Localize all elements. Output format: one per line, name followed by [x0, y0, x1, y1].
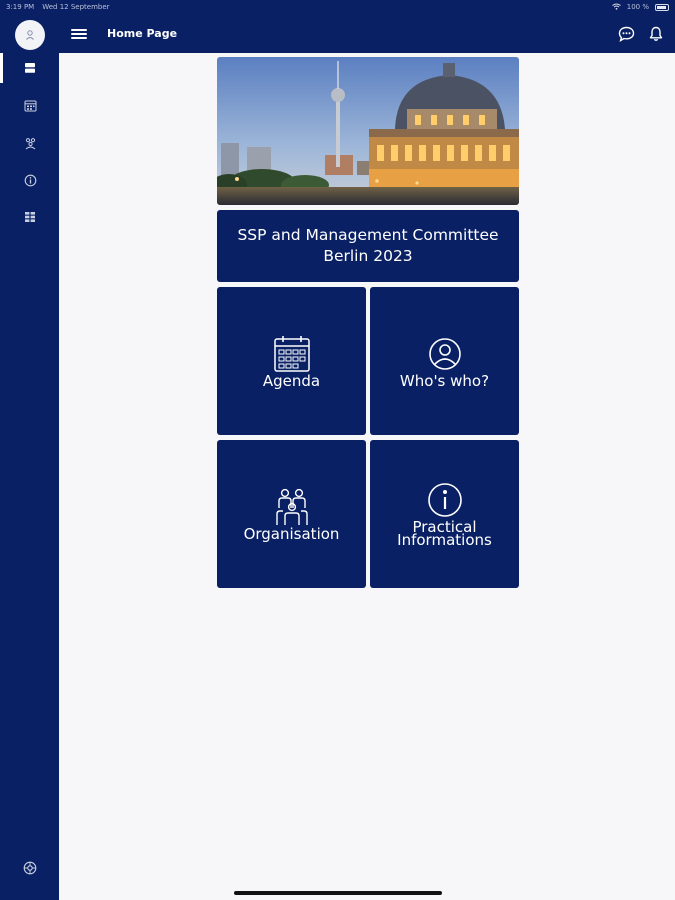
- top-bar: Home Page: [59, 14, 675, 53]
- group-icon: [272, 488, 312, 526]
- whos-who-tile[interactable]: Who's who?: [370, 287, 519, 435]
- bell-icon: [649, 26, 663, 41]
- menu-icon[interactable]: [71, 27, 87, 41]
- home-indicator[interactable]: [234, 891, 442, 895]
- sidebar-item-organisation[interactable]: [22, 135, 38, 151]
- practical-informations-label: Practical Informations: [397, 520, 492, 549]
- info-icon: [24, 174, 36, 186]
- organisation-tile[interactable]: Organisation: [217, 440, 366, 588]
- event-title-line2: Berlin 2023: [323, 247, 413, 265]
- battery-level: 100 %: [626, 3, 649, 11]
- agenda-tile[interactable]: Agenda: [217, 287, 366, 435]
- active-indicator: [0, 53, 3, 83]
- whos-who-label: Who's who?: [399, 371, 490, 390]
- organisation-icon: [25, 137, 35, 149]
- calendar-icon: [24, 100, 36, 111]
- chat-icon: [618, 26, 634, 42]
- grid-icon: [25, 212, 35, 222]
- sidebar-item-agenda[interactable]: [22, 97, 38, 113]
- user-icon: [26, 30, 34, 40]
- sidebar-item-home[interactable]: [22, 60, 38, 76]
- event-title-card: SSP and Management Committee Berlin 2023: [217, 210, 519, 282]
- status-time: 3:19 PM: [6, 3, 35, 11]
- status-date: Wed 12 September: [42, 3, 110, 11]
- event-title-line1: SSP and Management Committee: [237, 226, 499, 244]
- sidebar-item-info[interactable]: [22, 172, 38, 188]
- status-bar: 3:19 PM Wed 12 September 100 %: [0, 0, 675, 14]
- sidebar-item-grid[interactable]: [22, 209, 38, 225]
- hero-image: [217, 57, 519, 205]
- info-icon: [425, 481, 465, 519]
- battery-icon: [655, 3, 669, 11]
- notifications-button[interactable]: [647, 25, 665, 43]
- agenda-label: Agenda: [262, 371, 321, 390]
- practical-informations-tile[interactable]: Practical Informations: [370, 440, 519, 588]
- chat-button[interactable]: [617, 25, 635, 43]
- organisation-label: Organisation: [243, 524, 340, 543]
- person-icon: [425, 335, 465, 373]
- practical-informations-line2: Informations: [397, 531, 492, 549]
- sidebar-item-settings[interactable]: [22, 860, 38, 876]
- sidebar: [0, 0, 59, 900]
- wifi-icon: [611, 3, 621, 12]
- page-title: Home Page: [107, 27, 178, 40]
- avatar[interactable]: [15, 20, 45, 50]
- calendar-icon: [272, 335, 312, 373]
- settings-icon: [23, 861, 37, 875]
- home-icon: [25, 63, 35, 73]
